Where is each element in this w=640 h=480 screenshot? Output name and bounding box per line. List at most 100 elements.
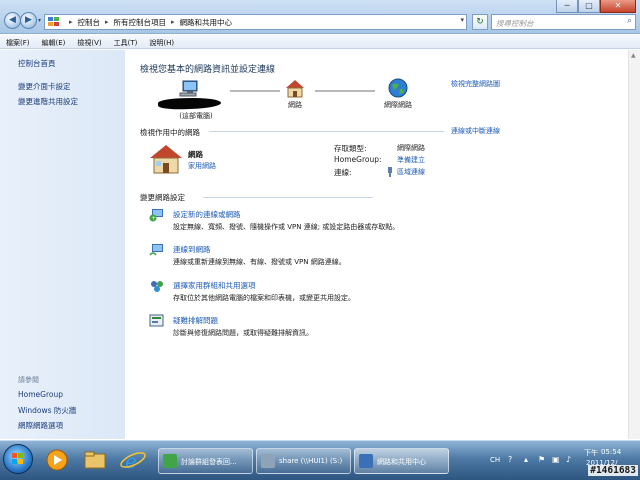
map-connector (315, 90, 375, 92)
menu-tools[interactable]: 工具(T) (108, 35, 144, 48)
windows-logo-icon (12, 453, 23, 464)
sidebar-link-control-panel-home[interactable]: 控制台首頁 (18, 58, 56, 69)
task-connect-network-link[interactable]: 連線到網路 (173, 244, 211, 255)
access-type-label: 存取類型: (334, 144, 367, 153)
media-player-icon (46, 449, 68, 471)
scroll-up-icon[interactable]: ▲ (631, 52, 636, 59)
change-settings-heading: 變更網路設定 (140, 193, 185, 202)
pinned-internet-explorer[interactable]: e (116, 446, 150, 474)
sidebar-link-advanced-sharing[interactable]: 變更進階共用設定 (18, 96, 78, 107)
network-center-icon (359, 454, 373, 468)
task-connect-network-desc: 連線或重新連線到無線、有線、撥號或 VPN 網路連線。 (173, 258, 346, 266)
local-connection-link[interactable]: 區域連線 (397, 167, 425, 177)
recent-pages-dropdown[interactable]: ▾ (38, 17, 41, 24)
section-divider (203, 197, 373, 198)
address-dropdown-icon[interactable]: ▾ (460, 16, 464, 24)
section-divider (209, 131, 444, 132)
globe-icon (388, 78, 408, 98)
sidebar: 控制台首頁 變更介面卡設定 變更進階共用設定 請參閱 HomeGroup Win… (0, 50, 125, 439)
taskbar-task-network-center[interactable]: 網路和共用中心 (354, 448, 449, 474)
menu-help[interactable]: 說明(H) (143, 35, 180, 48)
chevron-right-icon[interactable]: ▸ (105, 18, 109, 26)
troubleshoot-icon (149, 314, 164, 327)
taskbar-task-label: share (\\HUI1) (S:) (279, 457, 343, 465)
internet-explorer-icon: e (120, 449, 146, 473)
breadcrumb-network-center[interactable]: 網路和共用中心 (180, 17, 233, 28)
back-button[interactable]: ◀ (4, 12, 21, 29)
map-network[interactable]: 網路 (281, 79, 309, 110)
help-icon[interactable]: ? (508, 455, 512, 464)
connect-network-icon (149, 244, 163, 256)
svg-text:e: e (125, 449, 137, 473)
see-also-heading: 請參閱 (18, 376, 39, 384)
homegroup-link[interactable]: 準備建立 (397, 155, 425, 165)
control-panel-icon (48, 17, 59, 26)
connect-disconnect-link[interactable]: 連線或中斷連線 (451, 126, 500, 136)
task-new-connection-link[interactable]: 設定新的連線或網路 (173, 209, 241, 220)
forward-button[interactable]: ▶ (20, 12, 37, 29)
taskbar-task-forum[interactable]: 討論群組發表回... (158, 448, 253, 474)
task-troubleshoot-desc: 診斷與修復網路問題，或取得疑難排解資訊。 (173, 329, 313, 337)
see-full-map-link[interactable]: 檢視完整網路圖 (451, 79, 500, 89)
breadcrumb-control-panel[interactable]: 控制台 (78, 17, 101, 28)
network-type-link[interactable]: 家用網路 (188, 161, 216, 171)
computer-icon (179, 80, 198, 97)
sidebar-link-firewall[interactable]: Windows 防火牆 (18, 405, 76, 416)
main-content: 檢視您基本的網路資訊並設定連線 檢視完整網路圖 (這部電腦) 網路 網際網路 檢… (125, 50, 628, 439)
search-input[interactable]: 搜尋控制台 ⌕ (491, 14, 636, 30)
drive-icon (261, 454, 275, 468)
task-new-connection-desc: 設定無線、寬頻、撥號、隨機操作或 VPN 連線; 或設定路由器或存取點。 (173, 223, 400, 231)
task-homegroup-desc: 存取位於其他網路電腦的檔案和印表機，或變更共用設定。 (173, 294, 355, 302)
task-homegroup-link[interactable]: 選擇家用群組和共用選項 (173, 280, 256, 291)
menu-view[interactable]: 檢視(V) (71, 35, 107, 48)
map-internet[interactable]: 網際網路 (378, 78, 418, 110)
menu-file[interactable]: 檔案(F) (0, 35, 36, 48)
volume-icon[interactable]: ♪ (566, 455, 571, 464)
start-button[interactable] (3, 444, 33, 474)
access-type-value: 網際網路 (397, 144, 425, 152)
network-label: 網路 (288, 101, 302, 109)
close-button[interactable]: ✕ (600, 0, 636, 13)
window-controls: ─ □ ✕ (556, 0, 636, 13)
maximize-button[interactable]: □ (578, 0, 600, 13)
network-tray-icon[interactable]: ▣ (552, 455, 560, 464)
flag-icon[interactable]: ⚑ (538, 455, 545, 464)
new-connection-icon: + (149, 209, 163, 222)
task-troubleshoot-link[interactable]: 疑難排解問題 (173, 315, 218, 326)
taskbar: e 討論群組發表回... share (\\HUI1) (S:) 網路和共用中心… (0, 440, 640, 480)
computer-label: (這部電腦) (179, 112, 213, 120)
svg-text:+: + (151, 215, 156, 222)
sidebar-link-adapter-settings[interactable]: 變更介面卡設定 (18, 81, 71, 92)
active-network-name: 網路 (188, 150, 203, 159)
chevron-right-icon[interactable]: ▸ (171, 18, 175, 26)
sidebar-link-internet-options[interactable]: 網際網路選項 (18, 420, 63, 431)
address-bar[interactable]: ▸ 控制台 ▸ 所有控制台項目 ▸ 網路和共用中心 ▾ (44, 14, 467, 30)
vertical-scrollbar[interactable]: ▲ (628, 50, 640, 439)
homegroup-icon (151, 281, 163, 292)
breadcrumb-all-items[interactable]: 所有控制台項目 (114, 17, 167, 28)
taskbar-task-share-drive[interactable]: share (\\HUI1) (S:) (256, 448, 351, 474)
search-placeholder: 搜尋控制台 (496, 19, 534, 28)
title-bar: ◀ ▶ ▾ ▸ 控制台 ▸ 所有控制台項目 ▸ 網路和共用中心 ▾ ↻ 搜尋控制… (0, 0, 640, 34)
menu-edit[interactable]: 編輯(E) (36, 35, 72, 48)
tray-expand-icon[interactable]: ▴ (524, 455, 528, 464)
clock-time[interactable]: 05:54 (601, 448, 621, 456)
search-icon[interactable]: ⌕ (627, 16, 632, 26)
watermark: #1461683 (588, 465, 638, 476)
redaction-mark (157, 96, 222, 111)
clock-period[interactable]: 下午 (584, 448, 598, 458)
homegroup-label: HomeGroup: (334, 155, 382, 164)
pinned-media-player[interactable] (40, 446, 74, 474)
refresh-button[interactable]: ↻ (472, 14, 488, 30)
active-networks-heading: 檢視作用中的網路 (140, 128, 200, 137)
sidebar-link-homegroup[interactable]: HomeGroup (18, 390, 63, 399)
house-icon (150, 145, 182, 174)
menu-bar: 檔案(F) 編輯(E) 檢視(V) 工具(T) 說明(H) (0, 35, 640, 49)
folder-icon (84, 451, 106, 469)
connections-label: 連線: (334, 168, 352, 177)
minimize-button[interactable]: ─ (556, 0, 578, 13)
pinned-explorer[interactable] (78, 446, 112, 474)
chevron-right-icon[interactable]: ▸ (69, 18, 73, 26)
ime-indicator[interactable]: CH (490, 456, 500, 464)
page-title: 檢視您基本的網路資訊並設定連線 (140, 65, 276, 75)
